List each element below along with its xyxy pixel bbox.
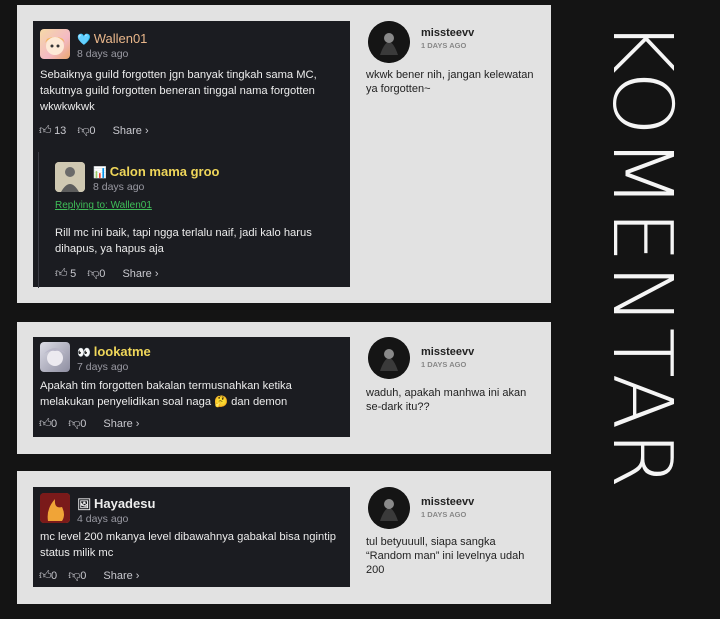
thumbs-up-icon: 👍︎ (39, 123, 52, 137)
picture-icon: 🖼 (77, 499, 91, 511)
dislike-count: 0 (89, 125, 96, 137)
username-text[interactable]: Wallen01 (94, 31, 148, 46)
thumbs-up-icon: 👍︎ (39, 568, 52, 582)
comment-username[interactable]: 👀 lookatme (77, 344, 151, 359)
responder-text: tul betyuuull, siapa sangka “Random man”… (366, 536, 525, 576)
responder-name[interactable]: missteevv (421, 496, 474, 508)
share-button[interactable]: Share › (103, 570, 139, 582)
comment-card: 🩵 Wallen01 8 days ago Sebaiknya guild for… (33, 21, 350, 288)
user-badge-icon: 🩵 (77, 34, 91, 46)
dislike-button[interactable]: 👎︎0 (87, 266, 105, 281)
like-button[interactable]: 👍︎ 13 (39, 123, 66, 138)
comment-text: Apakah tim forgotten bakalan termusnahka… (40, 380, 292, 408)
reply-username[interactable]: 📊 Calon mama groo (93, 164, 220, 179)
like-count: 0 (51, 570, 58, 582)
dark-character-avatar-icon (368, 337, 410, 379)
like-count: 13 (54, 125, 67, 137)
comment-username[interactable]: 🩵 Wallen01 (77, 31, 147, 46)
thumbs-up-icon: 👍︎ (39, 416, 52, 430)
eyes-icon: 👀 (77, 347, 91, 359)
comment-time: 4 days ago (77, 513, 129, 525)
responder-avatar[interactable] (368, 487, 410, 529)
responder-avatar[interactable] (368, 337, 410, 379)
responder-name[interactable]: missteevv (421, 27, 474, 39)
anime-girl-avatar-icon (45, 37, 65, 55)
username-text[interactable]: lookatme (94, 344, 151, 359)
comment-card: 👀 lookatme 7 days ago Apakah tim forgotte… (33, 337, 350, 437)
like-count: 0 (51, 418, 58, 430)
responder-text: wkwk bener nih, jangan kelewatan ya forg… (366, 69, 534, 95)
thumbs-down-icon: 👎︎ (87, 266, 100, 280)
responder-name[interactable]: missteevv (421, 346, 474, 358)
user-avatar[interactable] (40, 493, 70, 523)
dislike-button[interactable]: 👎︎0 (68, 416, 86, 431)
thumbs-down-icon: 👎︎ (68, 416, 81, 430)
like-button[interactable]: 👍︎0 (39, 568, 57, 583)
dislike-button[interactable]: 👎︎0 (68, 568, 86, 583)
fire-avatar-icon (40, 493, 70, 523)
anime-character-avatar-icon (44, 348, 66, 366)
comment-card: 🖼 Hayadesu 4 days ago mc level 200 mkanya… (33, 487, 350, 587)
page-title: KOMENTAR (594, 20, 689, 491)
title-sidebar: KOMENTAR (594, 0, 720, 619)
username-text[interactable]: Calon mama groo (110, 164, 220, 179)
dislike-button[interactable]: 👎︎0 (77, 123, 95, 138)
reply-text: Rill mc ini baik, tapi ngga terlalu naif… (55, 227, 312, 255)
share-button[interactable]: Share › (103, 418, 139, 430)
dislike-count: 0 (80, 570, 87, 582)
dislike-count: 0 (80, 418, 87, 430)
like-button[interactable]: 👍︎ 5 (55, 266, 76, 281)
comment-text: mc level 200 mkanya level dibawahnya gab… (40, 531, 337, 559)
share-button[interactable]: Share › (113, 125, 149, 137)
comment-panel: 🖼 Hayadesu 4 days ago mc level 200 mkanya… (17, 471, 551, 604)
responder-time: 1 DAYS AGO (421, 360, 467, 369)
thumbs-up-icon: 👍︎ (55, 266, 68, 280)
comment-text: Sebaiknya guild forgotten jgn banyak tin… (40, 69, 317, 113)
share-button[interactable]: Share › (122, 268, 158, 280)
comment-time: 7 days ago (77, 361, 129, 373)
comment-panel: 👀 lookatme 7 days ago Apakah tim forgotte… (17, 322, 551, 454)
comment-actions: 👍︎0 👎︎0 Share › (39, 568, 139, 583)
dark-character-avatar-icon (368, 487, 410, 529)
user-avatar[interactable] (40, 29, 70, 59)
comment-time: 8 days ago (77, 48, 129, 60)
replying-to-link[interactable]: Replying to: Wallen01 (55, 200, 152, 211)
responder-avatar[interactable] (368, 21, 410, 63)
thumbs-down-icon: 👎︎ (77, 123, 90, 137)
person-avatar-icon (55, 162, 85, 192)
responder-text: waduh, apakah manhwa ini akan se-dark it… (366, 387, 527, 413)
username-text[interactable]: Hayadesu (94, 496, 155, 511)
reply-user-avatar[interactable] (55, 162, 85, 192)
thumbs-down-icon: 👎︎ (68, 568, 81, 582)
comment-actions: 👍︎0 👎︎0 Share › (39, 416, 139, 431)
like-button[interactable]: 👍︎0 (39, 416, 57, 431)
reply-time: 8 days ago (93, 181, 145, 193)
chart-badge-icon: 📊 (93, 167, 107, 179)
like-count: 5 (70, 268, 77, 280)
responder-time: 1 DAYS AGO (421, 41, 467, 50)
reply-thread-line (38, 152, 39, 288)
responder-time: 1 DAYS AGO (421, 510, 467, 519)
comment-panel: 🩵 Wallen01 8 days ago Sebaiknya guild for… (17, 5, 551, 303)
user-avatar[interactable] (40, 342, 70, 372)
dislike-count: 0 (99, 268, 106, 280)
comment-actions: 👍︎ 13 👎︎0 Share › (39, 123, 149, 138)
reply-actions: 👍︎ 5 👎︎0 Share › (55, 266, 159, 281)
comment-username[interactable]: 🖼 Hayadesu (77, 496, 155, 511)
dark-character-avatar-icon (368, 21, 410, 63)
